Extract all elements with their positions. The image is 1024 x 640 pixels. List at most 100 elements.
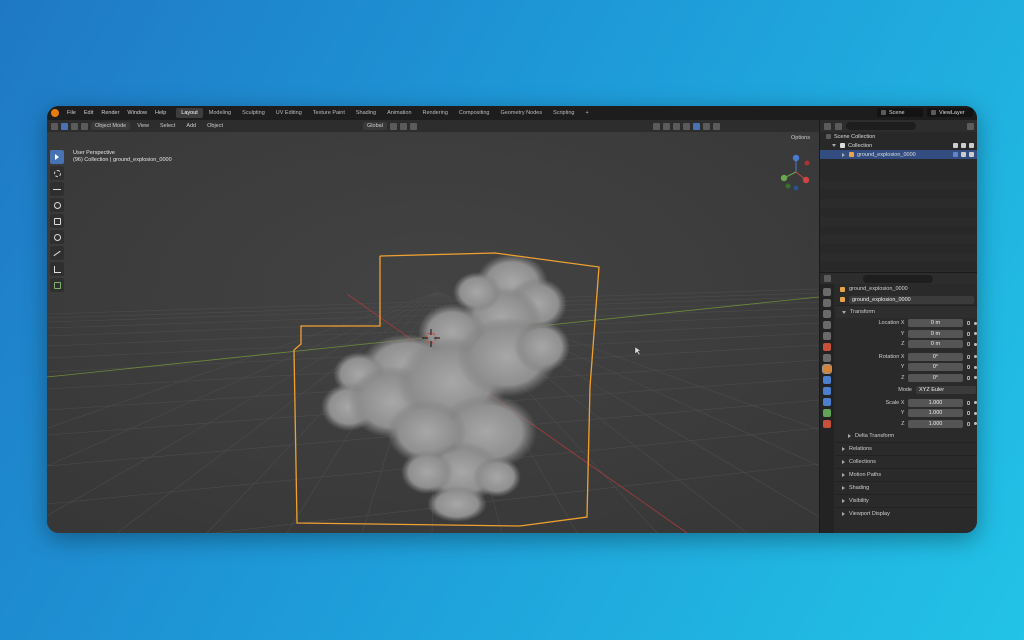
- keyframe-icon[interactable]: [974, 332, 977, 336]
- overlay-toggle-icon[interactable]: [662, 122, 670, 130]
- shading-section[interactable]: Shading: [836, 481, 977, 494]
- output-tab-icon[interactable]: [823, 310, 831, 318]
- select-extend-icon[interactable]: [71, 122, 78, 130]
- xray-toggle-icon[interactable]: [672, 122, 680, 130]
- workspace-tab-modeling[interactable]: Modeling: [204, 108, 236, 118]
- menu-edit[interactable]: Edit: [80, 110, 97, 116]
- world-tab-icon[interactable]: [823, 343, 831, 351]
- workspace-tab-animation[interactable]: Animation: [382, 108, 416, 118]
- keyframe-icon[interactable]: [974, 411, 977, 415]
- keyframe-icon[interactable]: [974, 355, 977, 359]
- add-workspace-button[interactable]: +: [580, 108, 593, 118]
- tool-select-box[interactable]: [50, 150, 64, 164]
- lock-icon[interactable]: [966, 375, 971, 380]
- options-dropdown[interactable]: Options: [786, 134, 815, 142]
- menu-add[interactable]: Add: [182, 122, 200, 130]
- workspace-tab-uv-editing[interactable]: UV Editing: [271, 108, 307, 118]
- menu-view[interactable]: View: [133, 122, 153, 130]
- pivot-icon[interactable]: [389, 122, 397, 130]
- workspace-tab-rendering[interactable]: Rendering: [418, 108, 453, 118]
- menu-object[interactable]: Object: [203, 122, 227, 130]
- properties-search-input[interactable]: [863, 274, 933, 283]
- lock-icon[interactable]: [966, 400, 971, 405]
- tool-move[interactable]: [50, 182, 64, 196]
- collection-tab-icon[interactable]: [823, 354, 831, 362]
- location-z-field[interactable]: 0 m: [908, 340, 963, 349]
- snap-icon[interactable]: [399, 122, 407, 130]
- location-y-field[interactable]: 0 m: [908, 329, 963, 338]
- properties-editor-icon[interactable]: [824, 275, 831, 282]
- view-layer-tab-icon[interactable]: [823, 321, 831, 329]
- workspace-tab-layout[interactable]: Layout: [176, 108, 203, 118]
- scene-selector[interactable]: Scene: [877, 108, 923, 117]
- physics-tab-icon[interactable]: [823, 398, 831, 406]
- outliner-funnel-icon[interactable]: [967, 122, 974, 130]
- outliner-search-input[interactable]: [846, 122, 916, 130]
- motion-paths-section[interactable]: Motion Paths: [836, 468, 977, 481]
- menu-window[interactable]: Window: [123, 110, 151, 116]
- keyframe-icon[interactable]: [974, 422, 977, 426]
- object-tab-icon[interactable]: [822, 364, 832, 374]
- scale-y-field[interactable]: 1.000: [908, 409, 963, 418]
- outliner-object-row[interactable]: ground_explosion_0000: [820, 150, 977, 159]
- tool-rotate[interactable]: [50, 198, 64, 212]
- data-tab-icon[interactable]: [823, 409, 831, 417]
- object-expand-icon[interactable]: [842, 152, 845, 157]
- lock-icon[interactable]: [966, 321, 971, 326]
- object-camera-icon[interactable]: [969, 152, 974, 157]
- rotation-z-field[interactable]: 0°: [908, 373, 963, 382]
- rotation-x-field[interactable]: 0°: [908, 352, 963, 361]
- lock-icon[interactable]: [966, 421, 971, 426]
- scene-tab-icon[interactable]: [823, 332, 831, 340]
- tool-measure[interactable]: [50, 262, 64, 276]
- lock-icon[interactable]: [966, 354, 971, 359]
- rotation-y-field[interactable]: 0°: [908, 363, 963, 372]
- outliner-editor-icon[interactable]: [824, 122, 831, 130]
- lock-icon[interactable]: [966, 365, 971, 370]
- tool-cursor[interactable]: [50, 166, 64, 180]
- transform-orientation-dropdown[interactable]: Global: [363, 122, 387, 130]
- 3d-viewport[interactable]: User Perspective (96) Collection | groun…: [47, 132, 819, 533]
- object-eye-icon[interactable]: [961, 152, 966, 157]
- gizmo-toggle-icon[interactable]: [652, 122, 660, 130]
- object-name-field[interactable]: ground_explosion_0000: [849, 295, 974, 304]
- keyframe-icon[interactable]: [974, 365, 977, 369]
- menu-file[interactable]: File: [63, 110, 80, 116]
- particles-tab-icon[interactable]: [823, 387, 831, 395]
- collection-camera-icon[interactable]: [969, 143, 974, 148]
- collection-eye-icon[interactable]: [961, 143, 966, 148]
- modifier-tab-icon[interactable]: [823, 376, 831, 384]
- relations-section[interactable]: Relations: [836, 442, 977, 455]
- workspace-tab-scripting[interactable]: Scripting: [548, 108, 579, 118]
- collection-expand-icon[interactable]: [832, 144, 836, 147]
- navigation-gizmo[interactable]: [776, 150, 816, 260]
- shading-material-icon[interactable]: [702, 122, 710, 130]
- transform-section-header[interactable]: Transform: [836, 305, 977, 318]
- delta-transform-section[interactable]: Delta Transform: [836, 429, 977, 442]
- view-layer-selector[interactable]: ViewLayer: [927, 108, 973, 117]
- tool-annotate[interactable]: [50, 246, 64, 260]
- keyframe-icon[interactable]: [974, 342, 977, 346]
- select-box-icon[interactable]: [61, 122, 68, 130]
- blender-logo-icon[interactable]: [51, 109, 59, 117]
- workspace-tab-shading[interactable]: Shading: [351, 108, 381, 118]
- select-subtract-icon[interactable]: [81, 122, 88, 130]
- outliner-filter-icon[interactable]: [835, 122, 842, 130]
- visibility-section[interactable]: Visibility: [836, 494, 977, 507]
- mode-dropdown[interactable]: Object Mode: [91, 122, 131, 130]
- menu-select[interactable]: Select: [156, 122, 179, 130]
- collection-row[interactable]: Collection: [820, 141, 977, 150]
- keyframe-icon[interactable]: [974, 401, 977, 405]
- shading-rendered-icon[interactable]: [712, 122, 720, 130]
- rotation-mode-dropdown[interactable]: XYZ Euler: [916, 386, 976, 395]
- lock-icon[interactable]: [966, 331, 971, 336]
- scale-z-field[interactable]: 1.000: [908, 419, 963, 428]
- workspace-tab-texture-paint[interactable]: Texture Paint: [308, 108, 350, 118]
- shading-solid-icon[interactable]: [692, 122, 700, 130]
- menu-render[interactable]: Render: [97, 110, 123, 116]
- scene-collection-row[interactable]: Scene Collection: [820, 132, 977, 141]
- tool-scale[interactable]: [50, 214, 64, 228]
- viewport-display-section[interactable]: Viewport Display: [836, 507, 977, 520]
- workspace-tab-compositing[interactable]: Compositing: [454, 108, 495, 118]
- render-tab-icon[interactable]: [823, 299, 831, 307]
